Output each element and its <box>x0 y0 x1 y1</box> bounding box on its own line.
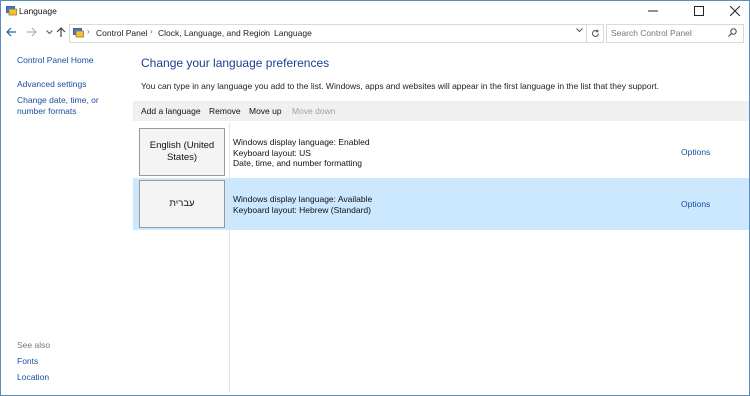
breadcrumb[interactable]: › Control Panel › Clock, Language, and R… <box>69 24 587 43</box>
maximize-icon <box>694 6 704 16</box>
minimize-icon <box>648 10 658 12</box>
add-language-button[interactable]: Add a language <box>141 106 201 116</box>
control-panel-icon <box>73 28 84 38</box>
up-arrow-icon <box>56 26 66 37</box>
minimize-button[interactable] <box>639 1 667 21</box>
move-down-button[interactable]: Move down <box>292 106 335 116</box>
address-bar: › Control Panel › Clock, Language, and R… <box>1 22 749 43</box>
see-also-link-fonts[interactable]: Fonts <box>17 356 129 367</box>
breadcrumb-separator[interactable]: › <box>150 27 153 36</box>
language-details: Windows display language: Enabled Keyboa… <box>233 137 370 169</box>
language-row-hebrew[interactable]: עברית Windows display language: Availabl… <box>133 178 749 230</box>
language-tile[interactable]: עברית <box>139 180 225 228</box>
search-icon[interactable] <box>728 28 737 37</box>
remove-button[interactable]: Remove <box>209 106 241 116</box>
title-bar: Language <box>1 1 749 21</box>
formatting-note: Date, time, and number formatting <box>233 158 362 168</box>
language-row-english[interactable]: English (United States) Windows display … <box>133 126 749 178</box>
language-toolbar: Add a language Remove Move up Move down <box>133 101 749 121</box>
breadcrumb-language[interactable]: Language <box>274 28 312 38</box>
address-dropdown-button[interactable] <box>576 28 583 35</box>
close-icon <box>730 6 740 16</box>
sidebar-link-control-panel-home[interactable]: Control Panel Home <box>17 55 129 66</box>
refresh-icon <box>591 29 599 37</box>
language-tile[interactable]: English (United States) <box>139 128 225 176</box>
control-panel-icon <box>6 6 17 16</box>
back-button[interactable] <box>5 26 17 38</box>
keyboard-layout: Keyboard layout: US <box>233 147 311 158</box>
breadcrumb-separator[interactable]: › <box>87 27 90 36</box>
column-divider <box>229 123 230 393</box>
forward-arrow-icon <box>26 27 37 37</box>
page-description: You can type in any language you add to … <box>141 81 660 91</box>
display-language-status: Windows display language: Available <box>233 194 373 204</box>
maximize-button[interactable] <box>685 1 713 21</box>
display-language-status: Windows display language: Enabled <box>233 137 370 147</box>
back-arrow-icon <box>5 27 16 37</box>
breadcrumb-control-panel[interactable]: Control Panel <box>96 28 148 38</box>
options-link[interactable]: Options <box>681 147 710 157</box>
move-up-button[interactable]: Move up <box>249 106 282 116</box>
forward-button[interactable] <box>25 26 37 38</box>
up-button[interactable] <box>55 26 67 38</box>
refresh-button[interactable] <box>586 24 604 43</box>
see-also-label: See also <box>17 340 51 350</box>
recent-locations-button[interactable] <box>43 26 55 38</box>
breadcrumb-separator[interactable]: › <box>264 27 267 36</box>
search-input[interactable] <box>611 27 723 39</box>
options-link[interactable]: Options <box>681 199 710 209</box>
keyboard-layout: Keyboard layout: Hebrew (Standard) <box>233 204 371 215</box>
chevron-down-icon <box>45 29 53 34</box>
window: Language › Control Panel › Clock, Langua… <box>0 0 750 396</box>
breadcrumb-clock-language-region[interactable]: Clock, Language, and Region <box>158 28 270 38</box>
sidebar-link-change-date-time-formats[interactable]: Change date, time, or number formats <box>17 95 129 116</box>
see-also-link-location[interactable]: Location <box>17 372 129 383</box>
sidebar-link-advanced-settings[interactable]: Advanced settings <box>17 79 129 90</box>
language-details: Windows display language: Available Keyb… <box>233 194 372 215</box>
chevron-down-icon <box>576 28 583 33</box>
close-button[interactable] <box>721 1 749 21</box>
page-title: Change your language preferences <box>141 56 330 70</box>
search-box[interactable] <box>606 24 744 43</box>
window-title: Language <box>19 6 57 16</box>
